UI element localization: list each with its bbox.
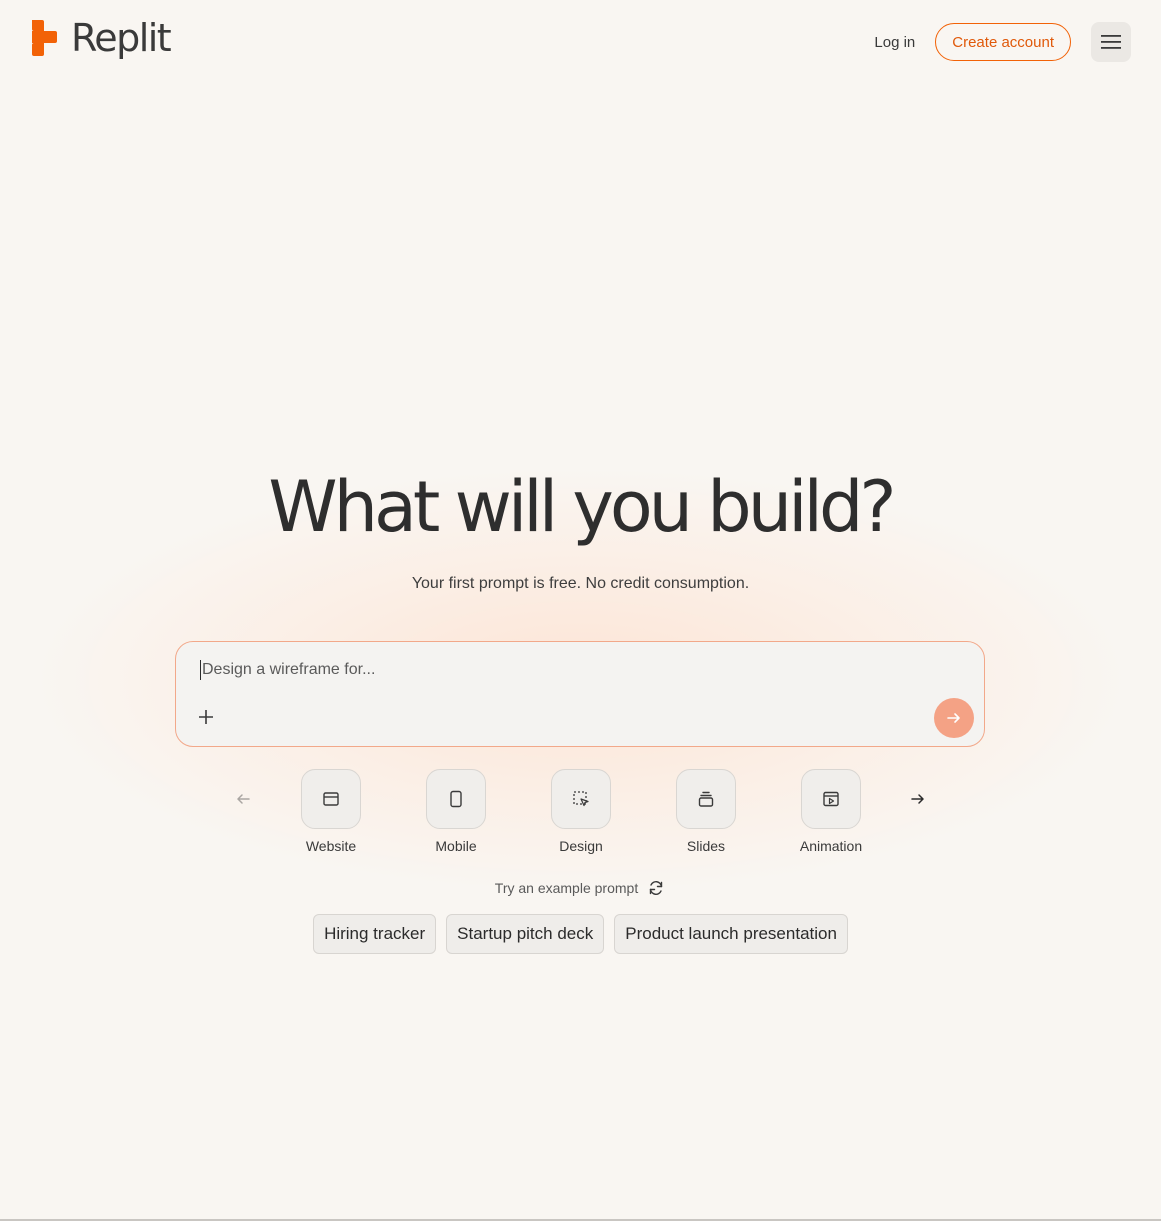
animation-tile[interactable] (801, 769, 861, 829)
example-chip[interactable]: Startup pitch deck (446, 914, 605, 954)
example-prompt-row: Try an example prompt (0, 878, 1161, 898)
login-link[interactable]: Log in (874, 34, 915, 51)
carousel-prev-button[interactable] (226, 782, 260, 816)
create-account-button[interactable]: Create account (935, 23, 1071, 61)
type-slides[interactable]: Slides (661, 769, 751, 854)
phone-icon (450, 790, 462, 808)
plus-icon (199, 710, 213, 724)
carousel-next-button[interactable] (901, 782, 935, 816)
cursor-select-icon (573, 791, 589, 807)
type-label: Design (559, 838, 603, 854)
type-website[interactable]: Website (286, 769, 376, 854)
refresh-icon (650, 881, 663, 895)
type-mobile[interactable]: Mobile (411, 769, 501, 854)
type-label: Mobile (435, 838, 477, 854)
type-design[interactable]: Design (536, 769, 626, 854)
menu-button[interactable] (1091, 22, 1131, 62)
browser-window-icon (323, 792, 339, 806)
arrow-left-icon (237, 794, 250, 804)
type-label: Slides (686, 838, 726, 854)
replit-logo-icon (32, 20, 57, 56)
page-headline: What will you build? (268, 466, 896, 548)
example-chip[interactable]: Product launch presentation (614, 914, 848, 954)
design-tile[interactable] (551, 769, 611, 829)
hamburger-menu-icon (1101, 35, 1121, 49)
type-label: Animation (799, 838, 863, 854)
slides-stack-icon (698, 791, 714, 807)
replit-logo[interactable]: Replit (29, 16, 172, 60)
website-tile[interactable] (301, 769, 361, 829)
top-nav: Log in Create account (874, 22, 1131, 62)
mobile-tile[interactable] (426, 769, 486, 829)
arrow-right-icon (911, 794, 924, 804)
type-label: Website (305, 838, 357, 854)
example-prompt-label: Try an example prompt (494, 880, 639, 896)
page-subtitle: Your first prompt is free. No credit con… (411, 575, 750, 592)
prompt-box (175, 641, 985, 747)
refresh-examples-button[interactable] (646, 878, 666, 898)
play-window-icon (823, 791, 839, 807)
attach-button[interactable] (195, 706, 217, 728)
prompt-input[interactable] (200, 660, 904, 680)
arrow-right-icon (947, 713, 960, 723)
example-chip[interactable]: Hiring tracker (313, 914, 437, 954)
slides-tile[interactable] (676, 769, 736, 829)
send-button[interactable] (934, 698, 974, 738)
logo-wordmark: Replit (71, 16, 172, 60)
example-chips: Hiring tracker Startup pitch deck Produc… (0, 914, 1161, 954)
type-animation[interactable]: Animation (786, 769, 876, 854)
